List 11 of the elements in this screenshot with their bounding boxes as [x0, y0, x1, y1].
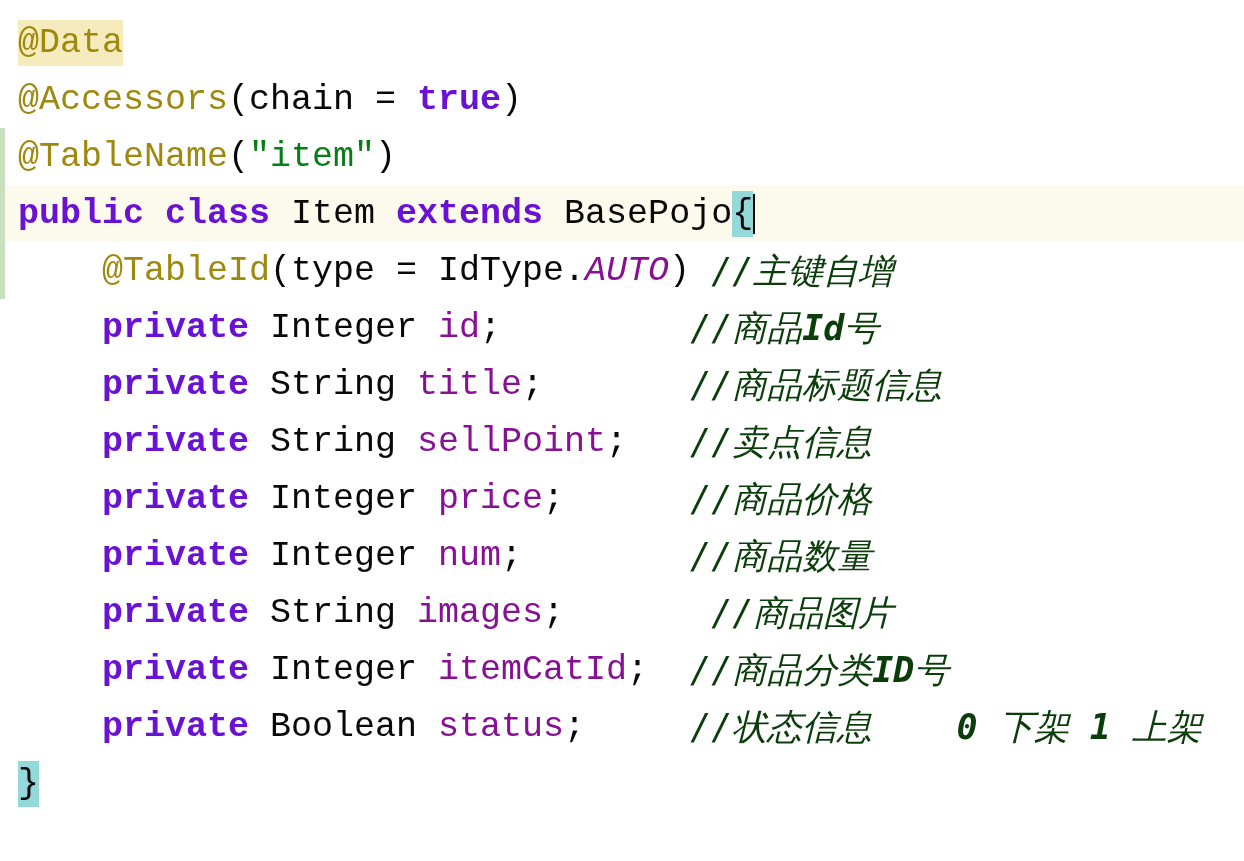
code-line: private Integer id; //商品Id号	[101, 306, 880, 350]
code-line: private String title; //商品标题信息	[101, 363, 943, 407]
code-line: private Boolean status; //状态信息 0 下架 1 上架	[101, 705, 1202, 749]
code-line: @TableName("item")	[18, 135, 397, 179]
text-caret	[753, 193, 756, 234]
code-line: public class Item extends BasePojo{	[18, 190, 756, 237]
code-line: private Integer num; //商品数量	[101, 534, 873, 578]
code-line: private Integer itemCatId; //商品分类ID号	[101, 648, 950, 692]
code-line: private Integer price; //商品价格	[101, 477, 873, 521]
code-line: @Accessors(chain = true)	[18, 78, 523, 122]
code-line: private String sellPoint; //卖点信息	[101, 420, 873, 464]
